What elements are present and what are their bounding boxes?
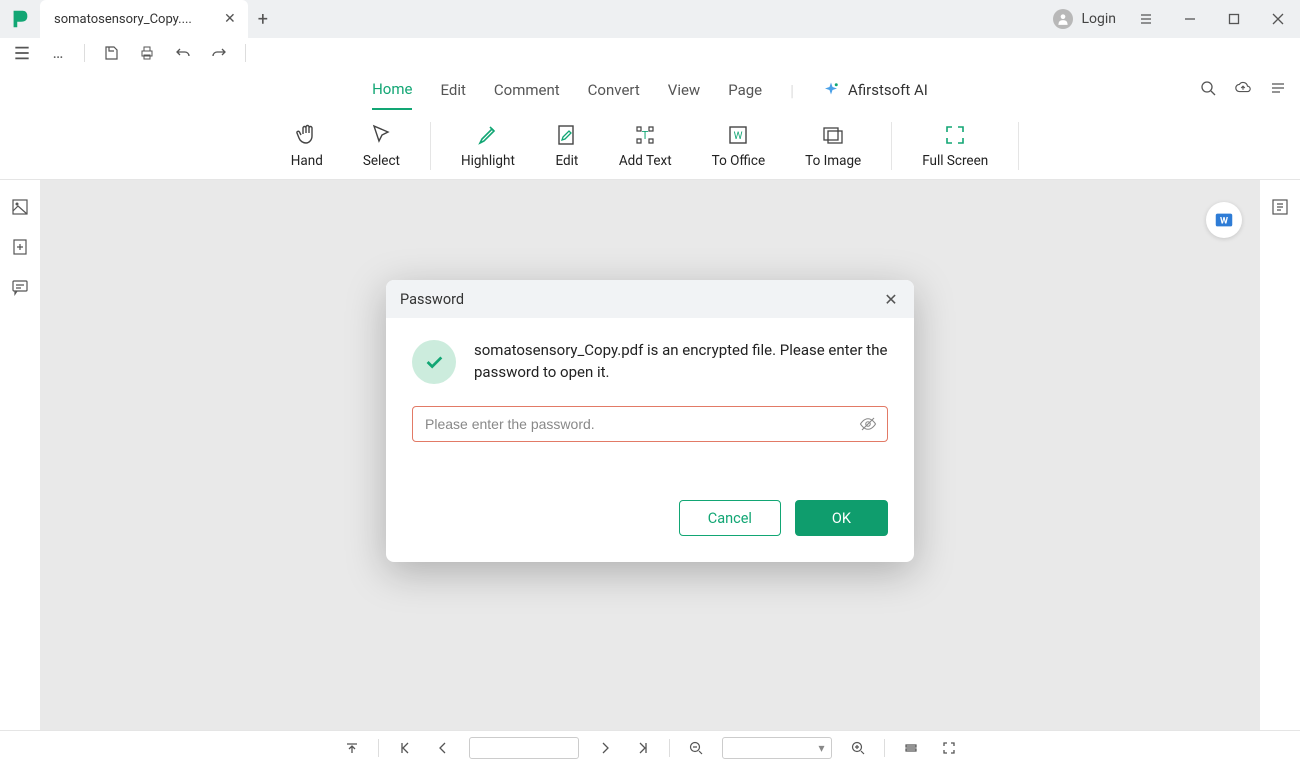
- print-icon[interactable]: [133, 39, 161, 67]
- last-page-icon[interactable]: [631, 736, 655, 760]
- document-canvas: W Password ✕ somatosensory_Copy.pdf is a…: [40, 180, 1260, 730]
- ok-button[interactable]: OK: [795, 500, 888, 536]
- close-window-button[interactable]: [1256, 0, 1300, 38]
- toggle-visibility-icon[interactable]: [858, 414, 878, 434]
- tool-to-office[interactable]: W To Office: [702, 123, 776, 169]
- tool-edit[interactable]: Edit: [545, 123, 589, 169]
- login-button[interactable]: Login: [1053, 9, 1124, 29]
- hamburger-menu-icon[interactable]: [1124, 0, 1168, 38]
- fullscreen-icon: [943, 123, 967, 147]
- tool-select[interactable]: Select: [353, 123, 410, 169]
- fit-width-icon[interactable]: [899, 736, 923, 760]
- dialog-message: somatosensory_Copy.pdf is an encrypted f…: [474, 340, 888, 384]
- zoom-out-icon[interactable]: [684, 736, 708, 760]
- ai-label: Afirstsoft AI: [848, 81, 928, 99]
- menu-page[interactable]: Page: [728, 71, 762, 109]
- fullscreen-status-icon[interactable]: [937, 736, 961, 760]
- zoom-in-icon[interactable]: [846, 736, 870, 760]
- comment-panel-icon[interactable]: [9, 276, 31, 298]
- to-image-icon: [821, 123, 845, 147]
- tool-add-text-label: Add Text: [619, 153, 672, 169]
- tool-to-image-label: To Image: [805, 153, 861, 169]
- hamburger-icon[interactable]: [8, 39, 36, 67]
- right-panel-icon[interactable]: [1269, 196, 1291, 218]
- prev-page-icon[interactable]: [431, 736, 455, 760]
- cancel-button[interactable]: Cancel: [679, 500, 781, 536]
- zoom-select[interactable]: ▾: [722, 737, 832, 759]
- tool-full-screen[interactable]: Full Screen: [912, 123, 998, 169]
- svg-text:W: W: [734, 131, 743, 142]
- avatar-icon: [1053, 9, 1073, 29]
- search-icon[interactable]: [1200, 80, 1216, 100]
- first-page-icon[interactable]: [393, 736, 417, 760]
- bookmark-icon[interactable]: [9, 236, 31, 258]
- maximize-button[interactable]: [1212, 0, 1256, 38]
- thumbnail-icon[interactable]: [9, 196, 31, 218]
- sparkle-icon: [822, 81, 840, 99]
- tab-close-icon[interactable]: ✕: [222, 11, 238, 27]
- more-icon[interactable]: …: [44, 39, 72, 67]
- panel-toggle-icon[interactable]: [1270, 80, 1286, 100]
- tool-to-office-label: To Office: [712, 153, 766, 169]
- document-tab[interactable]: somatosensory_Copy.... ✕: [40, 0, 248, 38]
- tool-add-text[interactable]: T Add Text: [609, 123, 682, 169]
- tool-hand[interactable]: Hand: [281, 123, 333, 169]
- check-icon: [412, 340, 456, 384]
- menu-edit[interactable]: Edit: [440, 71, 465, 109]
- add-text-icon: T: [633, 123, 657, 147]
- password-input[interactable]: [412, 406, 888, 442]
- edit-page-icon: [555, 123, 579, 147]
- svg-text:T: T: [642, 129, 649, 142]
- tool-hand-label: Hand: [291, 153, 323, 169]
- save-icon[interactable]: [97, 39, 125, 67]
- new-tab-button[interactable]: +: [248, 0, 278, 38]
- menu-comment[interactable]: Comment: [494, 71, 560, 109]
- page-number-input[interactable]: [469, 737, 579, 759]
- tool-highlight[interactable]: Highlight: [451, 123, 525, 169]
- password-dialog: Password ✕ somatosensory_Copy.pdf is an …: [386, 280, 914, 562]
- tool-full-screen-label: Full Screen: [922, 153, 988, 169]
- menu-convert[interactable]: Convert: [588, 71, 640, 109]
- tool-highlight-label: Highlight: [461, 153, 515, 169]
- login-label: Login: [1081, 11, 1116, 27]
- scroll-top-icon[interactable]: [340, 736, 364, 760]
- tool-select-label: Select: [363, 153, 400, 169]
- minimize-button[interactable]: [1168, 0, 1212, 38]
- menu-view[interactable]: View: [668, 71, 700, 109]
- highlight-icon: [476, 123, 500, 147]
- app-logo: [0, 0, 40, 38]
- ai-button[interactable]: Afirstsoft AI: [822, 81, 928, 99]
- cancel-label: Cancel: [708, 510, 752, 527]
- tool-to-image[interactable]: To Image: [795, 123, 871, 169]
- next-page-icon[interactable]: [593, 736, 617, 760]
- dialog-close-icon[interactable]: ✕: [882, 290, 900, 308]
- tab-title: somatosensory_Copy....: [54, 12, 192, 27]
- cursor-icon: [369, 123, 393, 147]
- to-office-icon: W: [726, 123, 750, 147]
- hand-icon: [295, 123, 319, 147]
- tool-edit-label: Edit: [555, 153, 578, 169]
- ok-label: OK: [832, 510, 851, 527]
- dialog-title: Password: [400, 291, 464, 308]
- cloud-icon[interactable]: [1234, 79, 1252, 101]
- undo-icon[interactable]: [169, 39, 197, 67]
- menu-home[interactable]: Home: [372, 70, 412, 110]
- redo-icon[interactable]: [205, 39, 233, 67]
